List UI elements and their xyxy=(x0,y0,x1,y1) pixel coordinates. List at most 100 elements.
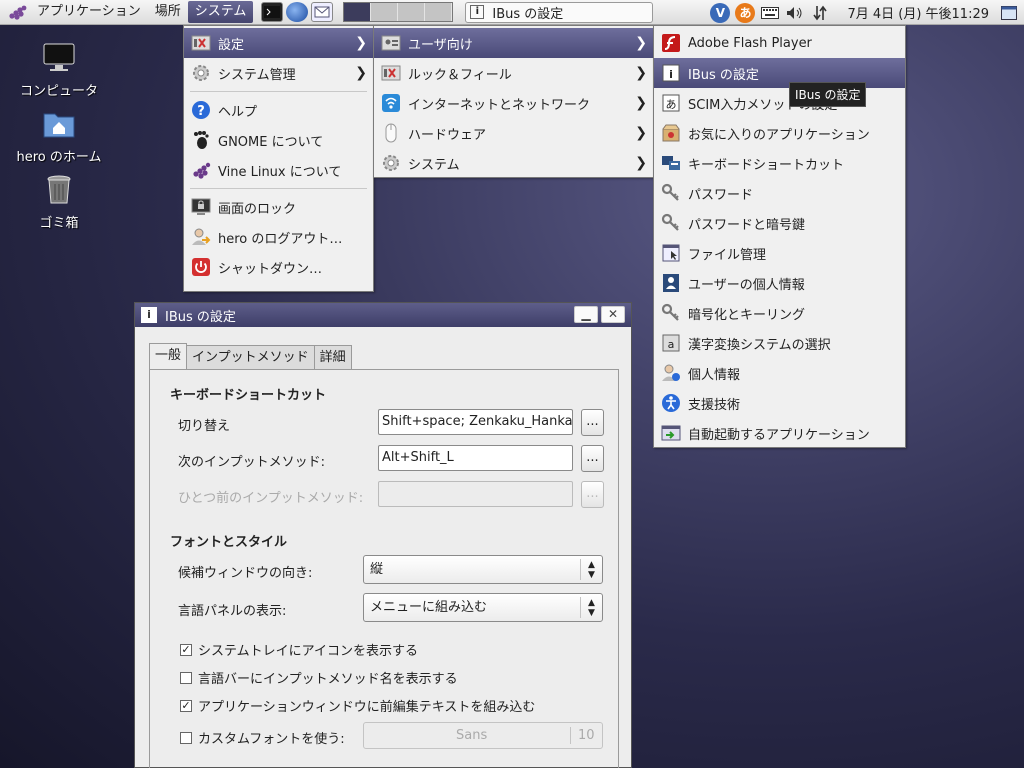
browser-launcher-icon[interactable] xyxy=(286,2,309,22)
switch-shortcut-field[interactable]: Shift+space; Zenkaku_Hankaku xyxy=(378,409,573,435)
orientation-select[interactable]: 縦 ▲ ▼ xyxy=(363,555,603,584)
chevron-right-icon: ❯ xyxy=(635,35,647,51)
desktop-trash[interactable]: ゴミ箱 xyxy=(9,172,109,231)
mail-launcher-icon[interactable] xyxy=(311,2,334,22)
network-status-icon[interactable] xyxy=(810,3,830,23)
custom-font-checkbox-row[interactable]: カスタムフォントを使う: xyxy=(180,728,345,747)
menu-item-kanji-conversion[interactable]: a 漢字変換システムの選択 xyxy=(654,328,905,358)
workspace-1[interactable] xyxy=(344,3,372,21)
dialog-titlebar[interactable]: i IBus の設定 ▁ ✕ xyxy=(135,303,631,327)
workspace-switcher[interactable] xyxy=(343,2,454,22)
menu-item-password-keys[interactable]: パスワードと暗号鍵 xyxy=(654,208,905,238)
menu-item-system[interactable]: システム ❯ xyxy=(374,148,653,178)
desktop-label: ゴミ箱 xyxy=(39,216,79,231)
language-panel-label: 言語パネルの表示: xyxy=(178,604,287,619)
autostart-icon xyxy=(660,422,682,444)
menu-item-scim[interactable]: あ SCIM入力メソッドの設定 xyxy=(654,88,905,118)
vine-grape-icon[interactable] xyxy=(6,2,30,22)
user-prefs-submenu: Adobe Flash Player i IBus の設定 あ SCIM入力メソ… xyxy=(653,25,906,448)
menu-item-label: お気に入りのアプリケーション xyxy=(688,127,870,143)
menu-item-about-gnome[interactable]: GNOME について xyxy=(184,125,373,155)
menu-item-accessibility[interactable]: 支援技術 xyxy=(654,388,905,418)
menu-item-file-management[interactable]: ファイル管理 xyxy=(654,238,905,268)
menu-item-ibus-settings[interactable]: i IBus の設定 xyxy=(654,58,905,88)
menu-item-network[interactable]: インターネットとネットワーク ❯ xyxy=(374,88,653,118)
custom-font-checkbox[interactable] xyxy=(180,731,192,744)
menu-item-autostart[interactable]: 自動起動するアプリケーション xyxy=(654,418,905,448)
vine-update-icon[interactable]: V xyxy=(710,2,731,23)
menu-applications[interactable]: アプリケーション xyxy=(30,1,148,23)
checkbox-label: 言語バーにインプットメソッド名を表示する xyxy=(198,672,458,687)
ibus-window-icon: i xyxy=(470,5,485,19)
workspace-2[interactable] xyxy=(371,3,399,21)
langbar-im-name-checkbox[interactable] xyxy=(180,671,192,684)
minimize-button[interactable]: ▁ xyxy=(574,306,598,323)
volume-icon[interactable] xyxy=(785,3,805,23)
switch-shortcut-button[interactable]: ... xyxy=(581,409,604,436)
ime-status-icon[interactable]: あ xyxy=(735,2,756,23)
langbar-im-name-checkbox-row[interactable]: 言語バーにインプットメソッド名を表示する xyxy=(180,668,458,687)
menu-item-settings[interactable]: 設定 ❯ xyxy=(184,28,373,58)
menu-system[interactable]: システム xyxy=(187,1,254,23)
next-im-label: 次のインプットメソッド: xyxy=(178,455,325,470)
prev-im-shortcut-button[interactable]: ... xyxy=(581,481,604,508)
menu-item-logout[interactable]: hero のログアウト… xyxy=(184,222,373,252)
menu-item-label: ファイル管理 xyxy=(688,247,767,263)
menu-item-favorite-apps[interactable]: お気に入りのアプリケーション xyxy=(654,118,905,148)
accessibility-icon xyxy=(660,392,682,414)
settings-submenu: ユーザ向け ❯ ルック＆フィール ❯ インターネットとネットワーク ❯ ハードウ… xyxy=(373,25,654,178)
desktop-computer[interactable]: コンピュータ xyxy=(9,40,109,99)
font-chooser-button[interactable]: Sans 10 xyxy=(363,722,603,749)
menu-item-appearance[interactable]: ルック＆フィール ❯ xyxy=(374,58,653,88)
menu-item-label: 支援技術 xyxy=(688,397,741,413)
section-keyboard-shortcuts: キーボードショートカット xyxy=(170,388,327,403)
menu-item-keyboard-shortcuts[interactable]: キーボードショートカット xyxy=(654,148,905,178)
menu-item-flash[interactable]: Adobe Flash Player xyxy=(654,28,905,58)
close-button[interactable]: ✕ xyxy=(601,306,625,323)
language-panel-select[interactable]: メニューに組み込む ▲ ▼ xyxy=(363,593,603,622)
menu-places[interactable]: 場所 xyxy=(148,1,188,23)
desktop-label: コンピュータ xyxy=(19,84,98,99)
next-im-shortcut-button[interactable]: ... xyxy=(581,445,604,472)
lock-screen-icon xyxy=(190,196,212,218)
section-font-style: フォントとスタイル xyxy=(170,535,288,550)
tray-icon-checkbox-row[interactable]: ✓ システムトレイにアイコンを表示する xyxy=(180,640,418,659)
menu-item-hardware[interactable]: ハードウェア ❯ xyxy=(374,118,653,148)
key-icon xyxy=(660,182,682,204)
workspace-3[interactable] xyxy=(398,3,426,21)
menu-item-password[interactable]: パスワード xyxy=(654,178,905,208)
menu-item-about-vine[interactable]: Vine Linux について xyxy=(184,155,373,185)
menu-item-keyring[interactable]: 暗号化とキーリング xyxy=(654,298,905,328)
workspace-4[interactable] xyxy=(425,3,453,21)
system-gear-icon xyxy=(380,152,402,174)
menu-item-help[interactable]: ? ヘルプ xyxy=(184,95,373,125)
keyboard-icon[interactable] xyxy=(760,3,780,23)
menu-item-shutdown[interactable]: シャットダウン… xyxy=(184,252,373,282)
menu-item-user-info[interactable]: ユーザーの個人情報 xyxy=(654,268,905,298)
font-size-divider xyxy=(570,727,571,744)
menu-item-personal-info[interactable]: 個人情報 xyxy=(654,358,905,388)
menu-item-lock-screen[interactable]: 画面のロック xyxy=(184,192,373,222)
settings-icon xyxy=(190,32,212,54)
show-desktop-icon[interactable] xyxy=(999,3,1019,23)
next-im-shortcut-field[interactable]: Alt+Shift_L xyxy=(378,445,573,471)
kanji-icon: a xyxy=(660,332,682,354)
tab-advanced[interactable]: 詳細 xyxy=(313,345,352,369)
clock[interactable]: 7月 4日 (月) 午後11:29 xyxy=(847,3,989,22)
font-size: 10 xyxy=(578,728,595,743)
menu-item-user-prefs[interactable]: ユーザ向け ❯ xyxy=(374,28,653,58)
checkbox-label: カスタムフォントを使う: xyxy=(198,732,345,747)
tab-bar: 一般 インプットメソッド 詳細 xyxy=(149,343,352,369)
preedit-checkbox[interactable]: ✓ xyxy=(180,699,192,712)
svg-text:あ: あ xyxy=(666,98,677,111)
menu-item-system-admin[interactable]: システム管理 ❯ xyxy=(184,58,373,88)
tray-icon-checkbox[interactable]: ✓ xyxy=(180,643,192,656)
tab-general[interactable]: 一般 xyxy=(149,343,188,369)
preedit-checkbox-row[interactable]: ✓ アプリケーションウィンドウに前編集テキストを組み込む xyxy=(180,696,535,715)
prev-im-shortcut-field[interactable] xyxy=(378,481,573,507)
desktop-home[interactable]: hero のホーム xyxy=(9,106,109,165)
taskbar-window-ibus[interactable]: i IBus の設定 xyxy=(465,1,654,23)
taskbar-window-title: IBus の設定 xyxy=(492,6,564,22)
tab-input-methods[interactable]: インプットメソッド xyxy=(186,345,315,369)
terminal-launcher-icon[interactable] xyxy=(261,2,284,22)
